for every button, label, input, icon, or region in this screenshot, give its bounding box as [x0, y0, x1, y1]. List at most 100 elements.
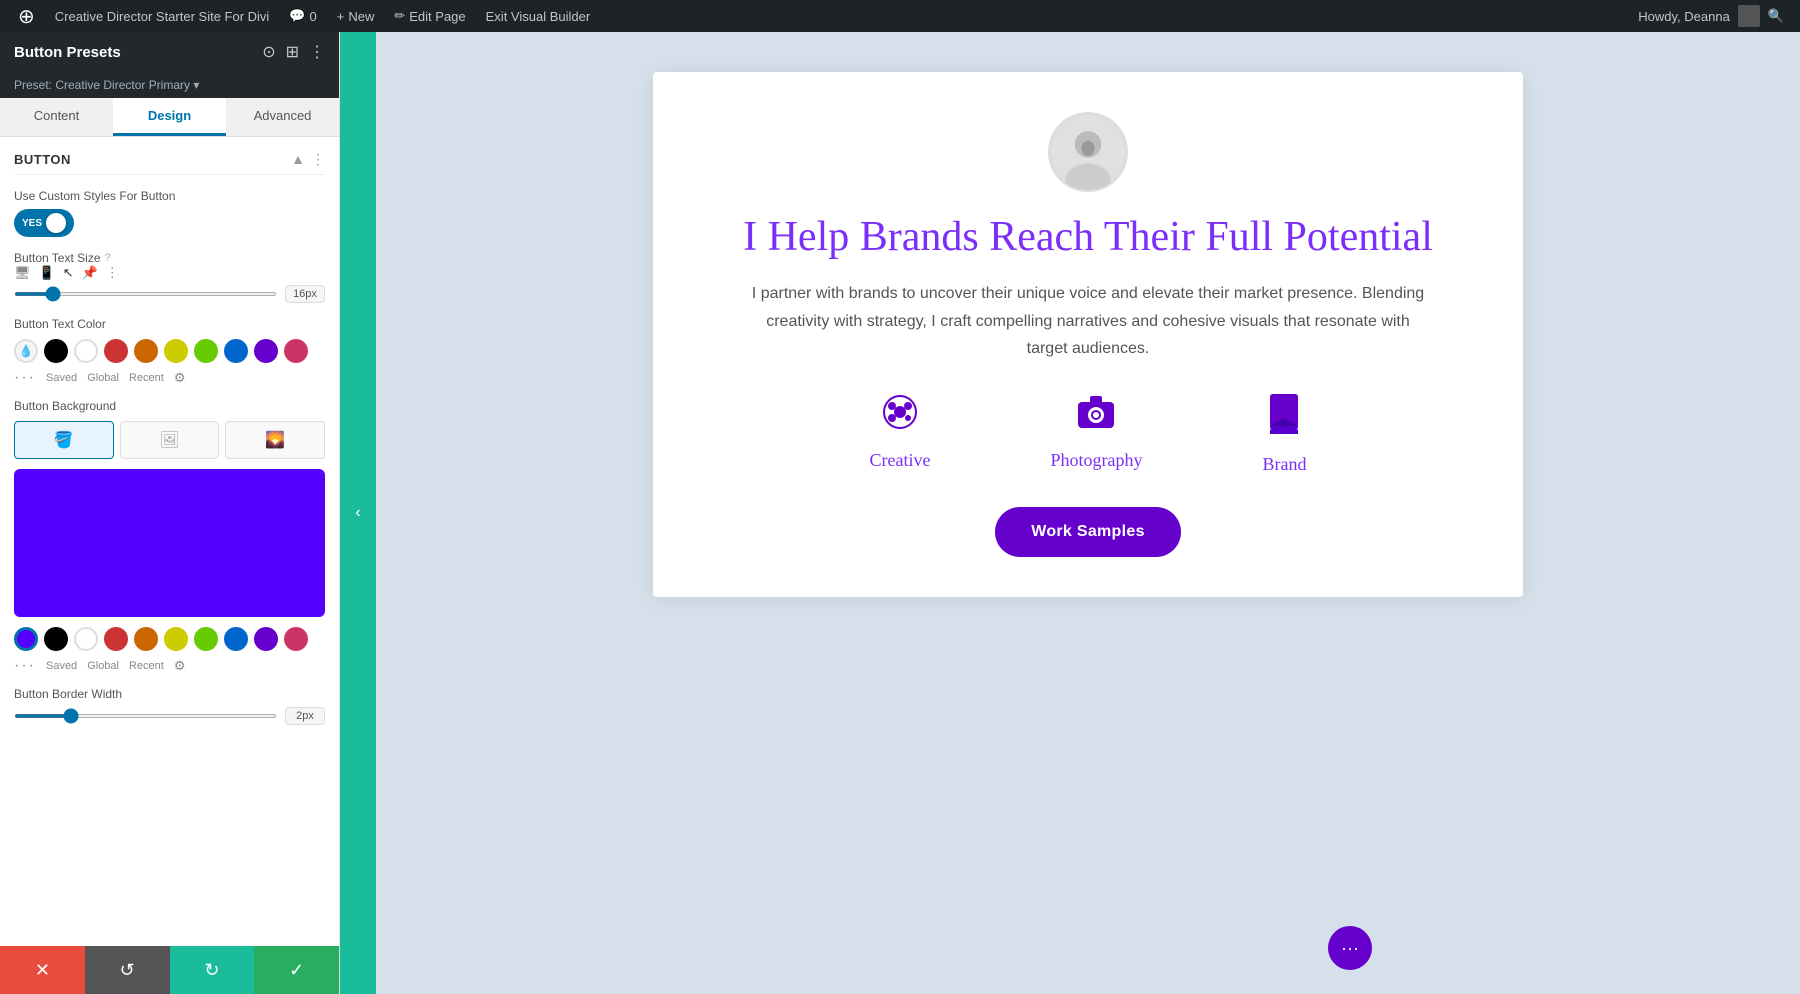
avatar	[1048, 112, 1128, 192]
howdy-label: Howdy, Deanna	[1638, 9, 1730, 24]
photography-icon	[1076, 394, 1116, 438]
comments-link[interactable]: 💬 0	[279, 0, 326, 32]
global-label[interactable]: Global	[87, 372, 119, 384]
toggle-yes-text: YES	[22, 218, 42, 229]
edit-page-link[interactable]: ✏ Edit Page	[384, 0, 475, 32]
icons-row: Creative Photography	[870, 394, 1307, 475]
close-icon: ✕	[35, 960, 50, 981]
more-icon-size[interactable]: ⋮	[106, 265, 119, 281]
bg-swatch-black[interactable]	[44, 627, 68, 651]
panel-header: Button Presets ⊙ ⊞ ⋮	[0, 32, 339, 72]
cursor-icon[interactable]: ↖	[63, 265, 74, 281]
tab-content[interactable]: Content	[0, 98, 113, 136]
color-swatch-orange[interactable]	[134, 339, 158, 363]
border-section: Button Border Width 2px	[14, 687, 325, 725]
color-swatch-pink[interactable]	[284, 339, 308, 363]
color-dots[interactable]: ···	[14, 369, 36, 387]
device-tablet-icon[interactable]: 📱	[39, 265, 55, 281]
bg-color-swatches	[14, 627, 325, 651]
bg-swatch-white[interactable]	[74, 627, 98, 651]
section-more-icon[interactable]: ⋮	[311, 151, 325, 168]
creative-icon	[882, 394, 918, 438]
bg-saved-label[interactable]: Saved	[46, 660, 77, 672]
bg-color-dots[interactable]: ···	[14, 657, 36, 675]
text-color-swatches: 💧	[14, 339, 325, 363]
section-title: Button	[14, 152, 71, 167]
pin-icon[interactable]: 📌	[82, 265, 98, 281]
bg-type-gradient[interactable]: 🖼	[120, 421, 220, 459]
columns-icon[interactable]: ⊞	[286, 42, 299, 62]
bg-type-solid[interactable]: 🪣	[14, 421, 114, 459]
wp-logo[interactable]: ⊕	[8, 0, 45, 32]
comment-count: 0	[310, 9, 317, 24]
panel-footer: ✕ ↺ ↻ ✓	[0, 946, 339, 994]
panel-title: Button Presets	[14, 44, 121, 61]
save-button[interactable]: ✓	[254, 946, 339, 994]
exit-builder-link[interactable]: Exit Visual Builder	[476, 0, 601, 32]
panel-preset[interactable]: Preset: Creative Director Primary ▾	[0, 72, 339, 98]
more-icon[interactable]: ⋮	[309, 42, 325, 62]
settings-icon[interactable]: ⊙	[262, 42, 275, 62]
hero-title: I Help Brands Reach Their Full Potential	[743, 212, 1433, 262]
custom-styles-toggle[interactable]: YES	[14, 209, 74, 237]
border-width-slider[interactable]	[14, 714, 277, 718]
bg-gear-icon[interactable]: ⚙	[174, 658, 186, 674]
bg-swatch-purple[interactable]	[254, 627, 278, 651]
text-size-slider[interactable]	[14, 292, 277, 296]
help-icon[interactable]: ?	[105, 252, 111, 264]
wordpress-icon: ⊕	[18, 4, 35, 29]
saved-label[interactable]: Saved	[46, 372, 77, 384]
avatar-small	[1738, 5, 1760, 27]
creative-label: Creative	[870, 450, 931, 471]
gradient-icon: 🖼	[159, 430, 179, 450]
text-size-label: Button Text Size ?	[14, 251, 325, 265]
new-content-link[interactable]: + New	[327, 0, 385, 32]
collapse-icon[interactable]: ▲	[291, 151, 305, 168]
cta-button[interactable]: Work Samples	[995, 507, 1181, 557]
panel-header-icons: ⊙ ⊞ ⋮	[262, 42, 325, 62]
edit-page-label: Edit Page	[409, 9, 465, 24]
site-name-text: Creative Director Starter Site For Divi	[55, 9, 270, 24]
site-name-link[interactable]: Creative Director Starter Site For Divi	[45, 0, 280, 32]
bg-color-preview[interactable]	[14, 469, 325, 617]
divi-toggle[interactable]: ‹	[340, 32, 376, 994]
bg-recent-label[interactable]: Recent	[129, 660, 164, 672]
border-width-label: Button Border Width	[14, 687, 325, 701]
redo-button[interactable]: ↻	[170, 946, 255, 994]
image-icon: 🌄	[265, 430, 285, 450]
tab-advanced[interactable]: Advanced	[226, 98, 339, 136]
tab-design[interactable]: Design	[113, 98, 226, 136]
color-dropper[interactable]: 💧	[14, 339, 38, 363]
hero-card: I Help Brands Reach Their Full Potential…	[653, 72, 1523, 597]
pencil-icon: ✏	[394, 8, 405, 24]
bg-type-image[interactable]: 🌄	[225, 421, 325, 459]
bg-swatch-yellow[interactable]	[164, 627, 188, 651]
bg-swatch-blue[interactable]	[224, 627, 248, 651]
border-width-value: 2px	[285, 707, 325, 725]
brand-label: Brand	[1262, 454, 1306, 475]
bg-global-label[interactable]: Global	[87, 660, 119, 672]
undo-button[interactable]: ↺	[85, 946, 170, 994]
color-swatch-red[interactable]	[104, 339, 128, 363]
avatar-svg	[1050, 112, 1126, 192]
color-swatch-purple[interactable]	[254, 339, 278, 363]
floating-dots-menu[interactable]: ···	[1328, 926, 1372, 970]
bg-swatch-pink[interactable]	[284, 627, 308, 651]
color-swatch-black[interactable]	[44, 339, 68, 363]
device-desktop-icon[interactable]: 🖥	[14, 265, 31, 281]
recent-label[interactable]: Recent	[129, 372, 164, 384]
color-swatch-green[interactable]	[194, 339, 218, 363]
color-gear-icon[interactable]: ⚙	[174, 370, 186, 386]
color-swatch-yellow[interactable]	[164, 339, 188, 363]
bg-swatch-active[interactable]	[14, 627, 38, 651]
color-swatch-blue[interactable]	[224, 339, 248, 363]
close-button[interactable]: ✕	[0, 946, 85, 994]
search-icon[interactable]: 🔍	[1768, 8, 1784, 24]
bg-color-meta: ··· Saved Global Recent ⚙	[14, 657, 325, 675]
bg-swatch-lime[interactable]	[194, 627, 218, 651]
text-color-label: Button Text Color	[14, 317, 325, 331]
bg-swatch-red[interactable]	[104, 627, 128, 651]
bg-swatch-orange[interactable]	[134, 627, 158, 651]
color-swatch-white[interactable]	[74, 339, 98, 363]
button-section-header: Button ▲ ⋮	[14, 151, 325, 175]
